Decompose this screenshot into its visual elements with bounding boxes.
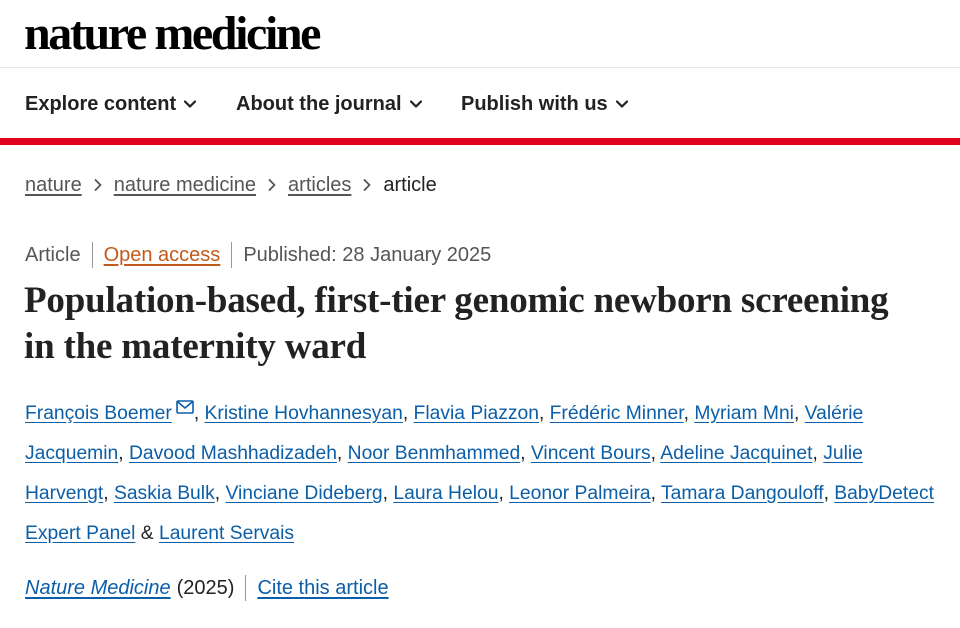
cite-this-article-link[interactable]: Cite this article — [257, 577, 388, 600]
article-type: Article — [25, 243, 81, 266]
author-link[interactable]: Adeline Jacquinet — [660, 443, 812, 464]
author-link[interactable]: Saskia Bulk — [114, 483, 215, 504]
author-link[interactable]: Kristine Hovhannesyan — [205, 403, 403, 424]
author-separator: , — [793, 403, 805, 424]
nav-about-the-journal[interactable]: About the journal — [236, 91, 422, 117]
meta-divider — [245, 575, 247, 601]
meta-divider — [91, 242, 93, 268]
chevron-right-icon — [94, 179, 102, 191]
chevron-right-icon — [363, 179, 371, 191]
mail-icon[interactable] — [176, 400, 194, 414]
author-link[interactable]: Vincent Bours — [531, 443, 651, 464]
journal-link[interactable]: Nature Medicine — [25, 577, 171, 600]
breadcrumb-link-articles[interactable]: articles — [288, 174, 351, 197]
author-link[interactable]: Davood Mashhadizadeh — [129, 443, 337, 464]
author-link[interactable]: Laurent Servais — [159, 523, 294, 544]
author-link[interactable]: Vinciane Dideberg — [225, 483, 382, 504]
author-link[interactable]: Flavia Piazzon — [414, 403, 539, 424]
published-date: Published: 28 January 2025 — [243, 243, 492, 266]
author-separator: , — [650, 443, 661, 464]
journal-logo[interactable]: nature medicine — [24, 8, 321, 60]
author-separator: , — [520, 443, 531, 464]
chevron-down-icon — [409, 100, 422, 108]
nav-label: About the journal — [236, 92, 402, 115]
breadcrumb: nature nature medicine articles article — [25, 172, 437, 198]
author-separator: , — [214, 483, 226, 504]
main-navigation: Explore content About the journal Publis… — [0, 69, 960, 139]
author-separator: & — [135, 523, 159, 544]
author-separator: , — [118, 443, 129, 464]
open-access-link[interactable]: Open access — [104, 244, 221, 267]
author-link[interactable]: Noor Benmhammed — [348, 443, 521, 464]
site-header: nature medicine — [0, 0, 960, 68]
article-meta: Article Open access Published: 28 Januar… — [25, 242, 491, 268]
author-separator: , — [683, 403, 695, 424]
breadcrumb-link-nature-medicine[interactable]: nature medicine — [114, 174, 256, 197]
author-link[interactable]: François Boemer — [25, 403, 172, 424]
author-separator: , — [336, 443, 348, 464]
chevron-down-icon — [184, 100, 197, 108]
chevron-right-icon — [268, 179, 276, 191]
author-link[interactable]: Myriam Mni — [694, 403, 794, 424]
author-separator: , — [103, 483, 114, 504]
author-link[interactable]: Leonor Palmeira — [509, 483, 650, 504]
article-title: Population-based, first-tier genomic new… — [24, 280, 889, 367]
meta-divider — [231, 242, 233, 268]
citation: Nature Medicine (2025) Cite this article — [25, 575, 389, 601]
author-separator: , — [193, 403, 205, 424]
author-separator: , — [823, 483, 835, 504]
author-separator: , — [650, 483, 662, 504]
author-separator: , — [402, 403, 414, 424]
author-link[interactable]: Frédéric Minner — [550, 403, 684, 424]
chevron-down-icon — [615, 100, 628, 108]
nav-explore-content[interactable]: Explore content — [25, 91, 197, 117]
author-separator: , — [498, 483, 510, 504]
nav-label: Publish with us — [461, 92, 608, 115]
author-link[interactable]: Laura Helou — [393, 483, 498, 504]
author-link[interactable]: Tamara Dangouloff — [661, 483, 824, 504]
nav-label: Explore content — [25, 92, 177, 115]
author-list: François Boemer, Kristine Hovhannesyan, … — [25, 394, 945, 554]
author-separator: , — [382, 483, 394, 504]
breadcrumb-link-nature[interactable]: nature — [25, 174, 82, 197]
nav-publish-with-us[interactable]: Publish with us — [461, 91, 628, 117]
accent-divider — [0, 138, 960, 145]
author-separator: , — [812, 443, 824, 464]
author-separator: , — [538, 403, 550, 424]
publication-year: (2025) — [176, 576, 235, 599]
breadcrumb-current: article — [383, 173, 437, 196]
